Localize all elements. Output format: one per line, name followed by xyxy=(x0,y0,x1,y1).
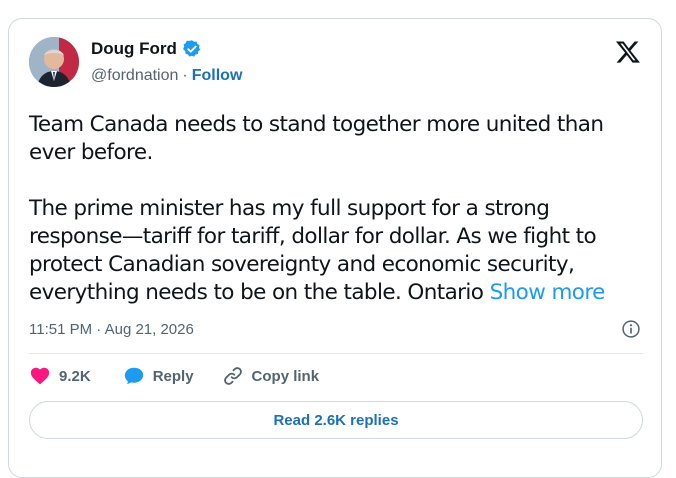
follow-button[interactable]: Follow xyxy=(192,67,243,85)
divider xyxy=(29,353,643,354)
reply-label: Reply xyxy=(152,367,194,385)
handle-separator: · xyxy=(182,67,188,84)
tweet-card[interactable]: Doug Ford @fordnation · Follow Team Cana… xyxy=(8,18,662,478)
read-replies-button[interactable]: Read 2.6K replies xyxy=(29,401,643,439)
action-bar: 9.2K Reply Copy link xyxy=(29,365,319,387)
author-name[interactable]: Doug Ford xyxy=(91,39,177,59)
avatar[interactable] xyxy=(29,37,79,87)
read-replies-label: Read 2.6K replies xyxy=(273,411,399,429)
avatar-image xyxy=(29,37,79,87)
like-button[interactable]: 9.2K xyxy=(29,365,91,387)
like-count: 9.2K xyxy=(59,367,91,385)
show-more-link[interactable]: Show more xyxy=(490,280,606,305)
copy-link-button[interactable]: Copy link xyxy=(222,365,320,387)
heart-icon xyxy=(30,367,50,385)
copy-link-label: Copy link xyxy=(251,367,320,385)
tweet-text: Team Canada needs to stand together more… xyxy=(29,111,639,307)
reply-button[interactable]: Reply xyxy=(123,365,194,387)
info-icon[interactable] xyxy=(621,319,641,339)
author-handle[interactable]: @fordnation xyxy=(91,67,178,85)
verified-badge-icon xyxy=(183,40,201,57)
link-icon xyxy=(223,367,242,385)
x-logo-icon[interactable] xyxy=(615,39,641,65)
tweet-timestamp[interactable]: 11:51 PM · Aug 21, 2026 xyxy=(29,321,194,338)
speech-bubble-icon xyxy=(124,367,143,385)
tweet-body: Team Canada needs to stand together more… xyxy=(29,112,604,305)
